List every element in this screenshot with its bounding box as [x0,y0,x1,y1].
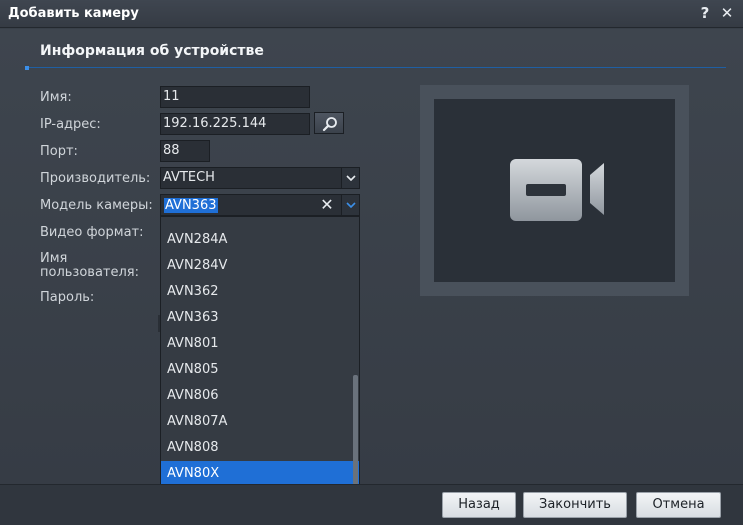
finish-button[interactable]: Закончить [523,492,627,518]
chevron-down-icon [346,175,356,181]
name-label: Имя: [40,90,72,105]
video-camera-icon [510,159,604,221]
dropdown-option[interactable]: AVN808 [161,435,359,461]
model-label: Модель камеры: [40,198,153,213]
ip-label: IP-адрес: [40,117,101,132]
name-input[interactable]: 11 [160,86,310,108]
title-bar: Добавить камеру ? ✕ [0,0,743,28]
dropdown-option[interactable]: AVN257 [161,217,359,227]
vendor-dropdown-button[interactable] [341,168,359,188]
clear-icon[interactable]: ✕ [318,195,336,215]
window-title: Добавить камеру [8,6,139,21]
vendor-label: Производитель: [40,171,151,186]
password-label: Пароль: [40,290,95,305]
video-format-label: Видео формат: [40,225,144,240]
back-button[interactable]: Назад [442,492,516,518]
dropdown-option[interactable]: AVN805 [161,357,359,383]
dropdown-option[interactable]: AVN807A [161,409,359,435]
cancel-button[interactable]: Отмена [636,492,721,518]
model-dropdown-list[interactable]: AVN257AVN284AAVN284VAVN362AVN363AVN801AV… [160,216,360,520]
vendor-select[interactable]: AVTECH [160,167,360,189]
section-divider-marker [25,66,29,70]
dropdown-option[interactable]: AVN362 [161,279,359,305]
section-divider [26,67,726,68]
model-dropdown-button[interactable] [341,195,359,215]
dropdown-option[interactable]: AVN806 [161,383,359,409]
username-label-line2: пользователя: [40,265,139,280]
model-combobox[interactable]: AVN363 ✕ [160,194,360,216]
username-label-line1: Имя [40,251,68,266]
dropdown-option[interactable]: AVN284A [161,227,359,253]
chevron-down-icon [346,202,356,208]
ip-input[interactable]: 192.16.225.144 [160,113,310,135]
help-icon[interactable]: ? [696,4,714,22]
vendor-select-value: AVTECH [163,170,215,185]
port-label: Порт: [40,144,78,159]
dialog-footer [0,484,743,525]
port-input[interactable]: 88 [160,140,210,162]
search-button[interactable] [314,112,344,134]
section-title: Информация об устройстве [40,43,264,59]
search-icon [322,117,337,132]
model-input-selected-text[interactable]: AVN363 [164,198,218,213]
dropdown-option[interactable]: AVN284V [161,253,359,279]
close-icon[interactable]: ✕ [718,4,736,22]
dropdown-option[interactable]: AVN363 [161,305,359,331]
dropdown-option[interactable]: AVN801 [161,331,359,357]
